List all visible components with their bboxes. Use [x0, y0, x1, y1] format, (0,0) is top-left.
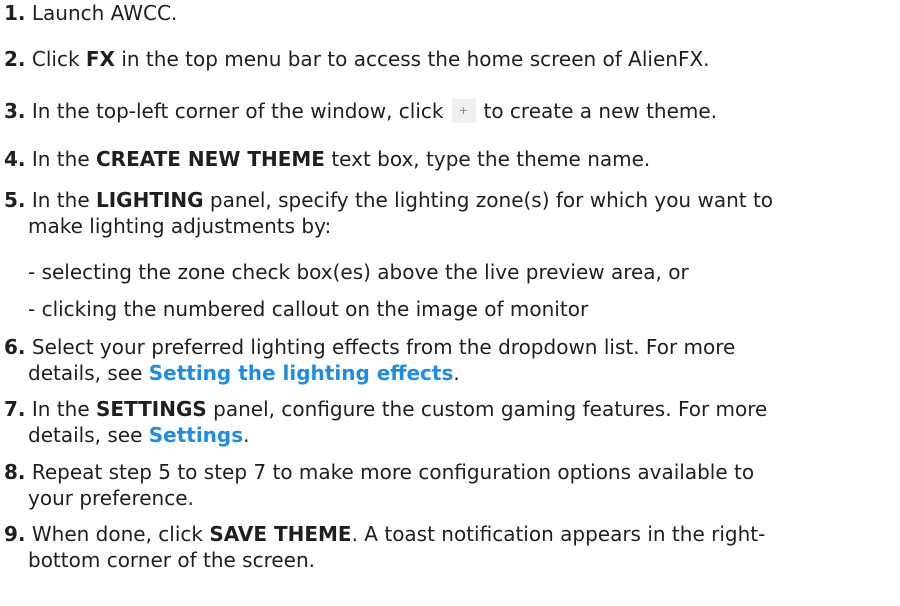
step-text-post: in the top menu bar to access the home s… [114, 47, 710, 71]
step-text-line1: Repeat step 5 to step 7 to make more con… [31, 460, 755, 484]
sub-item-2: - clicking the numbered callout on the i… [28, 297, 589, 321]
plus-icon: + [451, 98, 476, 123]
step-text-post: panel, specify the lighting zone(s) for … [203, 188, 774, 212]
step-number: 5. [4, 188, 26, 212]
step-text-line2: details, see Settings. [4, 422, 894, 448]
step-7: 7. In the SETTINGS panel, configure the … [4, 396, 894, 448]
step-number: 4. [4, 147, 26, 171]
step-text-pre: In the [31, 147, 96, 171]
fx-menu-label: FX [85, 47, 115, 71]
settings-link[interactable]: Settings [149, 423, 243, 447]
step-2: 2. Click FX in the top menu bar to acces… [4, 46, 894, 72]
settings-panel-label: SETTINGS [96, 397, 207, 421]
step-text-pre: When done, click [31, 522, 210, 546]
step-text-line2: your preference. [28, 486, 194, 510]
step-text-pre: details, see [28, 361, 149, 385]
lighting-panel-label: LIGHTING [96, 188, 204, 212]
step-text-line2: details, see Setting the lighting effect… [4, 360, 894, 386]
step-3: 3. In the top-left corner of the window,… [4, 98, 894, 125]
step-text-pre: In the top-left corner of the window, cl… [31, 99, 444, 123]
step-text-post: . A toast notification appears in the ri… [351, 522, 766, 546]
step-text-line2: make lighting adjustments by: [28, 214, 332, 238]
step-1: 1. Launch AWCC. [4, 0, 894, 26]
create-new-theme-label: CREATE NEW THEME [96, 147, 325, 171]
step-number: 7. [4, 397, 26, 421]
step-text-post: . [453, 361, 460, 385]
step-text-post: to create a new theme. [483, 99, 718, 123]
step-4: 4. In the CREATE NEW THEME text box, typ… [4, 146, 894, 172]
step-text-post: text box, type the theme name. [324, 147, 651, 171]
step-text-post: panel, configure the custom gaming featu… [206, 397, 768, 421]
step-6: 6. Select your preferred lighting effect… [4, 334, 894, 386]
step-text-post: . [243, 423, 250, 447]
save-theme-label: SAVE THEME [209, 522, 352, 546]
step-text-line2: bottom corner of the screen. [28, 548, 316, 572]
step-text-pre: Click [31, 47, 86, 71]
instruction-page: 1. Launch AWCC. 2. Click FX in the top m… [0, 0, 900, 606]
step-number: 3. [4, 99, 26, 123]
step-number: 8. [4, 460, 26, 484]
step-text-line1: Select your preferred lighting effects f… [31, 335, 736, 359]
step-8: 8. Repeat step 5 to step 7 to make more … [4, 459, 894, 511]
step-text-pre: In the [31, 188, 96, 212]
step-text-pre: In the [31, 397, 96, 421]
step-number: 9. [4, 522, 26, 546]
setting-lighting-effects-link[interactable]: Setting the lighting effects [149, 361, 454, 385]
step-5: 5. In the LIGHTING panel, specify the li… [4, 187, 894, 239]
step-9: 9. When done, click SAVE THEME. A toast … [4, 521, 894, 573]
step-text-pre: details, see [28, 423, 149, 447]
sub-item-1: - selecting the zone check box(es) above… [28, 260, 689, 284]
step-number: 6. [4, 335, 26, 359]
step-text: Launch AWCC. [31, 1, 178, 25]
step-number: 2. [4, 47, 26, 71]
step-number: 1. [4, 1, 26, 25]
